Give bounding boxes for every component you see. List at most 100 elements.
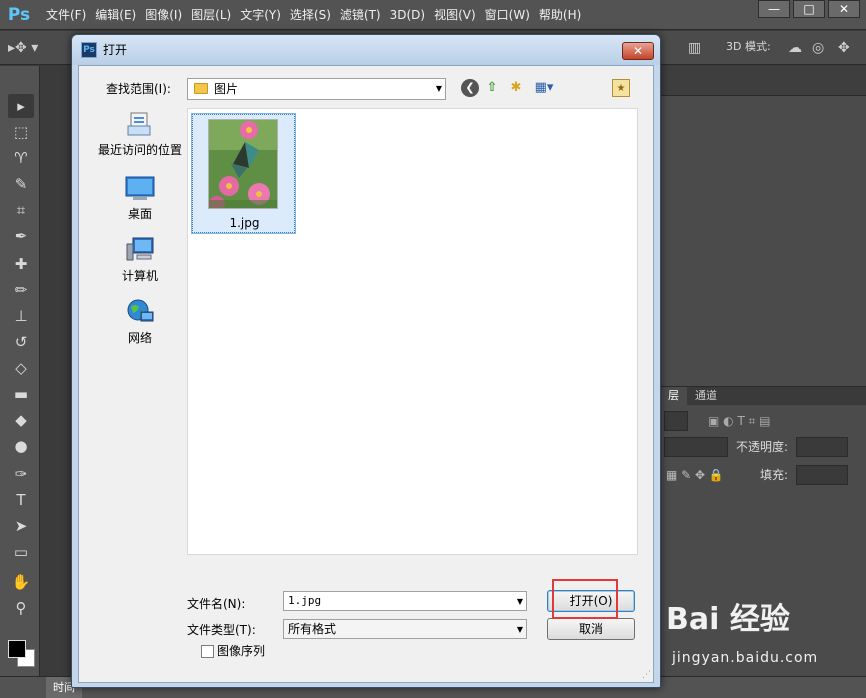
filename-input[interactable]: 1.jpg ▼ [283,591,527,611]
roll-3d-icon[interactable]: ◎ [812,31,824,65]
chevron-down-icon: ▼ [435,84,442,93]
file-list[interactable]: 1.jpg [187,108,638,555]
opacity-field[interactable] [796,437,848,457]
pen-tool-icon[interactable]: ✑ [8,462,34,486]
photoshop-logo: Ps [7,5,31,25]
pan-3d-icon[interactable]: ✥ [838,31,850,65]
menu-window[interactable]: 窗口(W) [481,0,534,30]
menu-view[interactable]: 视图(V) [430,0,480,30]
menu-bar: Ps 文件(F) 编辑(E) 图像(I) 图层(L) 文字(Y) 选择(S) 滤… [0,0,866,30]
menu-help[interactable]: 帮助(H) [535,0,585,30]
crop-tool-icon[interactable]: ⌗ [8,198,34,222]
image-sequence-checkbox[interactable] [201,645,214,658]
up-folder-icon[interactable]: ⇧ [483,79,501,97]
chevron-down-icon: ▼ [516,597,523,606]
quick-select-tool-icon[interactable]: ✎ [8,172,34,196]
place-label: 最近访问的位置 [97,143,182,157]
watermark-brand: Bai 经验 [666,602,790,637]
lasso-tool-icon[interactable]: ♈ [8,146,34,170]
layer-kind-select[interactable] [664,411,688,431]
orbit-3d-icon[interactable]: ☁ [788,31,802,65]
distribute-icon[interactable]: ▥ [688,31,701,65]
place-label: 网络 [127,331,152,345]
brush-tool-icon[interactable]: ✏ [8,278,34,302]
dialog-close-button[interactable]: ✕ [622,42,654,60]
new-folder-icon[interactable]: ✱ [507,79,525,97]
close-app-button[interactable]: ✕ [828,0,860,18]
place-recent[interactable]: 最近访问的位置 [93,110,187,168]
blur-tool-icon[interactable]: ◆ [8,408,34,432]
mode-3d-label: 3D 模式: [726,40,771,53]
menu-file[interactable]: 文件(F) [42,0,90,30]
menu-filter[interactable]: 滤镜(T) [336,0,385,30]
dialog-body: 查找范围(I): 图片 ▼ ❮ ⇧ ✱ ▦▾ ★ 最近访问的位置 桌面 计算机 … [78,65,654,683]
watermark-url: jingyan.baidu.com [672,650,819,666]
right-top-panel [660,66,866,386]
layer-filter-row: ▣ ◐ T ⌗ ▤ [660,407,866,435]
place-computer[interactable]: 计算机 [93,236,187,294]
dodge-tool-icon[interactable]: ● [8,434,34,458]
filename-label: 文件名(N): [187,597,246,611]
clone-stamp-tool-icon[interactable]: ⊥ [8,304,34,328]
minimize-button[interactable]: — [758,0,790,18]
healing-brush-tool-icon[interactable]: ✚ [8,252,34,276]
places-bar: 最近访问的位置 桌面 计算机 网络 [93,108,187,653]
move-tool-preset-icon[interactable]: ▸✥ ▾ [8,31,38,65]
path-select-tool-icon[interactable]: ➤ [8,514,34,538]
shape-tool-icon[interactable]: ▭ [8,540,34,564]
fill-row: ▦ ✎ ✥ 🔒 填充: [660,461,866,489]
cancel-button[interactable]: 取消 [547,618,635,640]
look-in-combo[interactable]: 图片 ▼ [187,78,446,100]
recent-places-icon [125,110,155,138]
layers-tabbar: 层 通道 [660,387,866,405]
eyedropper-tool-icon[interactable]: ✒ [8,224,34,248]
fill-field[interactable] [796,465,848,485]
look-in-label: 查找范围(I): [106,82,171,96]
zoom-tool-icon[interactable]: ⚲ [8,596,34,620]
file-item-selected[interactable]: 1.jpg [191,113,296,234]
menu-items: 文件(F) 编辑(E) 图像(I) 图层(L) 文字(Y) 选择(S) 滤镜(T… [42,0,586,30]
gradient-tool-icon[interactable]: ▬ [8,382,34,406]
resize-grip-icon[interactable]: ⋰ [642,670,651,680]
menu-type[interactable]: 文字(Y) [236,0,285,30]
filename-value: 1.jpg [288,594,322,607]
tab-channels[interactable]: 通道 [687,387,725,405]
menu-layer[interactable]: 图层(L) [187,0,235,30]
image-sequence-label: 图像序列 [217,644,266,658]
fill-label: 填充: [760,468,789,482]
tools-panel: ▸ ⬚ ♈ ✎ ⌗ ✒ ✚ ✏ ⊥ ↺ ◇ ▬ ◆ ● ✑ T ➤ ▭ ✋ ⚲ [0,66,40,698]
marquee-tool-icon[interactable]: ⬚ [8,120,34,144]
lock-icons: ▦ ✎ ✥ 🔒 [666,468,724,482]
blend-mode-select[interactable] [664,437,728,457]
menu-3d[interactable]: 3D(D) [386,0,429,30]
hand-tool-icon[interactable]: ✋ [8,570,34,594]
chevron-down-icon: ▼ [516,625,523,634]
move-tool-icon[interactable]: ▸ [8,94,34,118]
place-desktop[interactable]: 桌面 [93,174,187,232]
eraser-tool-icon[interactable]: ◇ [8,356,34,380]
menu-select[interactable]: 选择(S) [286,0,335,30]
favorites-folder-icon[interactable]: ★ [612,79,630,97]
foreground-color-swatch[interactable] [8,640,26,658]
menu-edit[interactable]: 编辑(E) [91,0,140,30]
menu-image[interactable]: 图像(I) [141,0,186,30]
place-label: 桌面 [127,207,152,221]
filter-icons: ▣ ◐ T ⌗ ▤ [708,414,771,428]
baidu-jingyan-watermark: Bai 经验 jingyan.baidu.com [662,598,862,678]
type-tool-icon[interactable]: T [8,488,34,512]
look-in-value: 图片 [214,82,239,96]
filetype-value: 所有格式 [288,622,337,636]
open-file-dialog: Ps 打开 ✕ 查找范围(I): 图片 ▼ ❮ ⇧ ✱ ▦▾ ★ 最近访问的位置 [71,34,661,688]
panel-header [660,66,866,96]
network-icon [125,298,155,326]
place-network[interactable]: 网络 [93,298,187,356]
back-icon[interactable]: ❮ [461,79,479,97]
tab-layers[interactable]: 层 [660,387,687,405]
computer-icon [125,236,155,264]
dialog-titlebar: Ps 打开 ✕ [72,35,660,65]
maximize-button[interactable]: □ [793,0,825,18]
place-label: 计算机 [121,269,158,283]
history-brush-tool-icon[interactable]: ↺ [8,330,34,354]
view-menu-icon[interactable]: ▦▾ [531,79,557,97]
filetype-select[interactable]: 所有格式 ▼ [283,619,527,639]
